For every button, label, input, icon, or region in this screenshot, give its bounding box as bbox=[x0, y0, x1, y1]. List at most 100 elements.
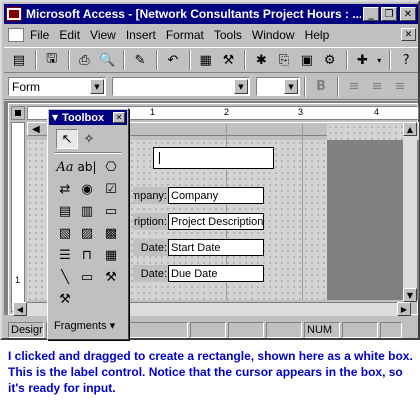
control-menu-icon[interactable]: ▼ bbox=[52, 113, 58, 122]
select-objects-icon[interactable]: ↖ bbox=[56, 129, 78, 149]
new-label-control[interactable] bbox=[153, 147, 274, 169]
menu-help[interactable]: Help bbox=[305, 28, 330, 42]
label-tool-icon[interactable]: Aa bbox=[54, 157, 76, 177]
wizard-tool-icon[interactable]: ⚒ bbox=[54, 289, 76, 309]
command-button-icon[interactable]: ▭ bbox=[100, 201, 122, 221]
more-controls-icon[interactable]: ⚒ bbox=[100, 267, 122, 287]
close-button[interactable]: ✕ bbox=[400, 7, 416, 21]
form-selector[interactable] bbox=[11, 106, 25, 120]
status-panel bbox=[342, 322, 378, 338]
option-group-icon[interactable]: ⎔ bbox=[100, 157, 122, 177]
print-preview-icon[interactable]: 🔍 bbox=[96, 49, 118, 71]
scroll-left-icon[interactable]: ◀ bbox=[13, 302, 27, 316]
scroll-up-icon[interactable]: ▲ bbox=[403, 122, 417, 136]
image-icon[interactable]: ▧ bbox=[54, 223, 76, 243]
project-description-text-box[interactable]: Project Description bbox=[168, 213, 264, 230]
menu-tools[interactable]: Tools bbox=[214, 28, 242, 42]
access-app-icon[interactable] bbox=[6, 7, 22, 21]
toolbox-title: Toolbox bbox=[62, 111, 105, 124]
text-cursor bbox=[159, 152, 160, 164]
fragments-menu[interactable]: Fragments ▾ bbox=[54, 319, 115, 332]
object-combo[interactable]: Form ▼ bbox=[8, 77, 106, 96]
code-icon[interactable]: ⎘ bbox=[273, 49, 295, 71]
properties-icon[interactable]: ▣ bbox=[296, 49, 318, 71]
font-name-combo[interactable]: ▼ bbox=[112, 77, 250, 96]
menu-edit[interactable]: Edit bbox=[59, 28, 80, 42]
toolbox-title-bar[interactable]: ▼ Toolbox ✕ bbox=[49, 110, 127, 125]
toolbox-close-icon[interactable]: ✕ bbox=[113, 112, 125, 123]
tab-control-icon[interactable]: ⊓ bbox=[76, 245, 98, 265]
option-button-icon[interactable]: ◉ bbox=[76, 179, 98, 199]
list-box-icon[interactable]: ▥ bbox=[76, 201, 98, 221]
formatting-toolbar: Form ▼ ▼ ▼ B ≡ ≡ ≡ bbox=[4, 74, 418, 100]
minimize-button[interactable]: _ bbox=[363, 7, 379, 21]
menu-format[interactable]: Format bbox=[166, 28, 204, 42]
vertical-ruler[interactable]: 1 bbox=[11, 122, 25, 312]
vertical-scrollbar[interactable]: ▲ ▼ bbox=[403, 122, 417, 302]
menu-view[interactable]: View bbox=[90, 28, 116, 42]
font-size-combo[interactable]: ▼ bbox=[256, 77, 300, 96]
grid-line bbox=[302, 124, 303, 300]
toolbar-separator bbox=[188, 50, 191, 70]
align-right-icon[interactable]: ≡ bbox=[389, 76, 411, 98]
scroll-right-icon[interactable]: ▶ bbox=[397, 302, 411, 316]
status-panel bbox=[228, 322, 264, 338]
help-icon[interactable]: ? bbox=[395, 49, 417, 71]
line-tool-icon[interactable]: ╲ bbox=[54, 267, 76, 287]
text-box-tool-icon[interactable]: ab| bbox=[76, 157, 98, 177]
menu-insert[interactable]: Insert bbox=[126, 28, 156, 42]
new-object-icon[interactable]: ✚ bbox=[352, 49, 374, 71]
status-panel bbox=[190, 322, 226, 338]
chevron-down-icon[interactable]: ▼ bbox=[90, 79, 104, 94]
restore-button[interactable]: ❐ bbox=[381, 7, 397, 21]
ruler-mark: 4 bbox=[374, 107, 380, 117]
bold-button[interactable]: B bbox=[310, 76, 332, 98]
toolbar-separator bbox=[304, 76, 306, 97]
align-center-icon[interactable]: ≡ bbox=[366, 76, 388, 98]
document-close-button[interactable]: ✕ bbox=[401, 28, 416, 41]
ruler-mark: 2 bbox=[224, 107, 230, 117]
toolbar-separator bbox=[155, 50, 158, 70]
autoformat-icon[interactable]: ✱ bbox=[250, 49, 272, 71]
print-icon[interactable]: ⎙ bbox=[74, 49, 96, 71]
numlock-status: NUM bbox=[304, 322, 340, 338]
start-date-text-box[interactable]: Start Date bbox=[168, 239, 264, 256]
form-design-toolbar: ▤ 🖫 ⎙ 🔍 ✎ ↶ ▦ ⚒ ✱ ⎘ ▣ ⚙ ✚ ▾ ? bbox=[4, 47, 418, 73]
company-text-box[interactable]: Company bbox=[168, 187, 264, 204]
unbound-object-frame-icon[interactable]: ▨ bbox=[76, 223, 98, 243]
field-label[interactable]: ompany: bbox=[133, 187, 168, 204]
rectangle-tool-icon[interactable]: ▭ bbox=[76, 267, 98, 287]
field-list-icon[interactable]: ▦ bbox=[195, 49, 217, 71]
toggle-button-icon[interactable]: ⇄ bbox=[54, 179, 76, 199]
due-date-text-box[interactable]: Due Date bbox=[168, 265, 264, 282]
combo-box-icon[interactable]: ▤ bbox=[54, 201, 76, 221]
save-icon[interactable]: 🖫 bbox=[41, 49, 63, 71]
field-label[interactable]: Date: bbox=[133, 265, 168, 282]
chevron-down-icon[interactable]: ▼ bbox=[234, 79, 248, 94]
build-icon[interactable]: ⚙ bbox=[319, 49, 341, 71]
scroll-down-icon[interactable]: ▼ bbox=[403, 288, 417, 302]
tutorial-caption: I clicked and dragged to create a rectan… bbox=[8, 349, 413, 395]
bound-object-frame-icon[interactable]: ▩ bbox=[100, 223, 122, 243]
align-left-icon[interactable]: ≡ bbox=[343, 76, 365, 98]
subform-icon[interactable]: ▦ bbox=[100, 245, 122, 265]
page-break-icon[interactable]: ☰ bbox=[54, 245, 76, 265]
toolbar-separator bbox=[244, 50, 247, 70]
ruler-mark: 1 bbox=[150, 107, 156, 117]
ruler-mark: 3 bbox=[298, 107, 304, 117]
view-icon[interactable]: ▤ bbox=[8, 49, 30, 71]
check-box-icon[interactable]: ☑ bbox=[100, 179, 122, 199]
chevron-down-icon[interactable]: ▼ bbox=[284, 79, 298, 94]
form-document-icon[interactable] bbox=[8, 28, 24, 42]
field-label[interactable]: ription: bbox=[133, 213, 168, 230]
toolbox-icon[interactable]: ⚒ bbox=[218, 49, 240, 71]
dropdown-arrow-icon[interactable]: ▾ bbox=[374, 49, 384, 71]
format-painter-icon[interactable]: ✎ bbox=[129, 49, 151, 71]
menu-window[interactable]: Window bbox=[252, 28, 295, 42]
title-bar[interactable]: Microsoft Access - [Network Consultants … bbox=[4, 4, 418, 24]
control-wizards-icon[interactable]: ✧ bbox=[78, 129, 100, 149]
undo-icon[interactable]: ↶ bbox=[162, 49, 184, 71]
field-label[interactable]: Date: bbox=[133, 239, 168, 256]
menu-file[interactable]: File bbox=[30, 28, 49, 42]
toolbar-separator bbox=[337, 76, 339, 97]
